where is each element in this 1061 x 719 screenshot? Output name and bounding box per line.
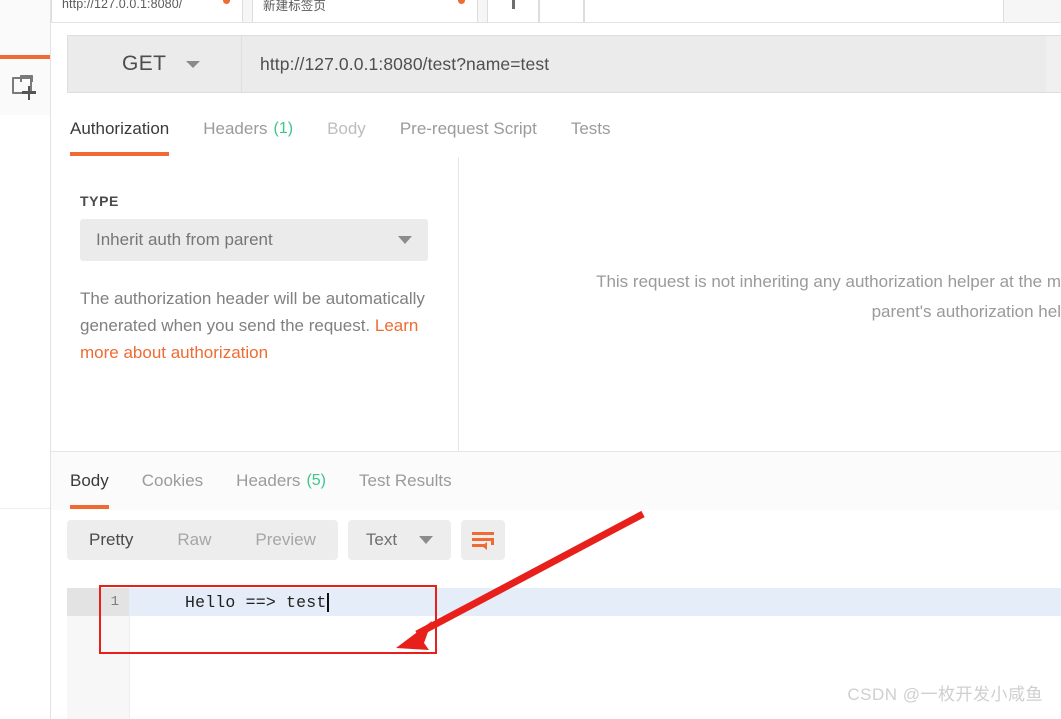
tab-strip-gap [243,0,252,22]
response-tab-test-results[interactable]: Test Results [359,452,452,509]
response-tab-headers-count: (5) [306,471,326,489]
response-body-text: Hello ==> test [185,592,327,612]
tab-headers-label: Headers [203,118,268,138]
view-raw-button[interactable]: Raw [155,530,233,550]
request-tab-1[interactable]: http://127.0.0.1:8080/ [51,0,243,22]
postman-app-window: http://127.0.0.1:8080/ 新建标签页 GET http://… [0,0,1061,719]
response-body-text-row: Hello ==> test [185,588,330,616]
auth-type-value: Inherit auth from parent [96,230,273,249]
word-wrap-icon [472,532,495,550]
chevron-down-icon [398,236,412,244]
sidebar-list-item[interactable] [0,115,50,212]
new-collection-button[interactable] [0,59,50,116]
tab-tests[interactable]: Tests [571,101,611,156]
http-method-label: GET [122,52,167,75]
request-tab-1-label: http://127.0.0.1:8080/ [62,0,183,11]
chevron-down-icon [419,536,434,544]
word-wrap-button[interactable] [461,520,506,560]
sidebar-list-item[interactable] [0,312,50,413]
request-url-text: http://127.0.0.1:8080/test?name=test [260,53,550,74]
response-tab-cookies-label: Cookies [141,470,204,490]
authorization-panel: TYPE Inherit auth from parent The author… [51,157,1061,452]
http-method-select[interactable]: GET [67,35,242,93]
tab-body[interactable]: Body [327,101,366,156]
auth-type-label: TYPE [80,193,119,209]
request-tab-2-label: 新建标签页 [263,0,327,13]
auth-inherit-info-line-1: This request is not inheriting any autho… [596,272,1061,291]
response-tab-cookies[interactable]: Cookies [142,452,203,509]
main-content: http://127.0.0.1:8080/ 新建标签页 GET http://… [51,0,1061,719]
text-cursor-icon [327,592,330,612]
auth-inherit-info: This request is not inheriting any autho… [301,267,1061,327]
request-url-row: GET http://127.0.0.1:8080/test?name=test [51,23,1061,101]
new-tab-icon [511,0,515,9]
tab-authorization-label: Authorization [70,118,170,138]
request-tab-4[interactable] [539,0,584,22]
tab-authorization[interactable]: Authorization [70,101,170,156]
authorization-right-pane: This request is not inheriting any autho… [460,157,1061,451]
sidebar-top-area [0,0,50,56]
response-tab-headers-label: Headers [236,470,301,490]
response-format-select[interactable]: Text [347,520,452,560]
sidebar-list-item[interactable] [0,412,50,509]
response-tab-headers[interactable]: Headers (5) [236,452,326,509]
request-url-input[interactable]: http://127.0.0.1:8080/test?name=test [242,35,1060,93]
tab-pre-request-script[interactable]: Pre-request Script [400,101,537,156]
request-tab-2[interactable]: 新建标签页 [252,0,478,22]
response-body-toolbar: Pretty Raw Preview Text [51,510,1061,570]
auth-inherit-info-line-2: parent's authorization hel [871,302,1061,321]
request-tab-5[interactable] [584,0,1004,22]
send-button[interactable] [1046,35,1061,93]
new-tab-button[interactable] [487,0,539,22]
tab-strip-gap [478,0,487,22]
response-view-switcher: Pretty Raw Preview [67,520,338,560]
left-sidebar [0,0,51,719]
new-collection-icon [12,75,38,100]
tab-tests-label: Tests [570,118,611,138]
sidebar-list-item[interactable] [0,211,50,313]
tab-body-label: Body [327,118,366,138]
response-tab-body[interactable]: Body [70,452,109,509]
response-format-value: Text [365,530,398,549]
tab-headers[interactable]: Headers (1) [203,101,293,156]
request-tab-strip: http://127.0.0.1:8080/ 新建标签页 [51,0,1061,23]
code-line-number: 1 [67,588,129,616]
auth-type-select[interactable]: Inherit auth from parent [80,219,428,261]
response-section-tabs: Body Cookies Headers (5) Test Results [51,452,1061,511]
unsaved-dot-icon [458,0,465,4]
view-preview-button[interactable]: Preview [233,530,337,550]
unsaved-dot-icon [223,0,230,4]
response-tab-test-results-label: Test Results [359,470,452,490]
csdn-watermark: CSDN @一枚开发小咸鱼 [847,685,1043,704]
url-bar: GET http://127.0.0.1:8080/test?name=test [67,35,1061,93]
response-tab-body-label: Body [70,470,109,490]
request-section-tabs: Authorization Headers (1) Body Pre-reque… [51,101,1061,158]
tab-headers-count: (1) [273,119,294,137]
view-pretty-button[interactable]: Pretty [67,530,155,550]
tab-pre-request-script-label: Pre-request Script [399,118,537,138]
chevron-down-icon [186,60,201,68]
